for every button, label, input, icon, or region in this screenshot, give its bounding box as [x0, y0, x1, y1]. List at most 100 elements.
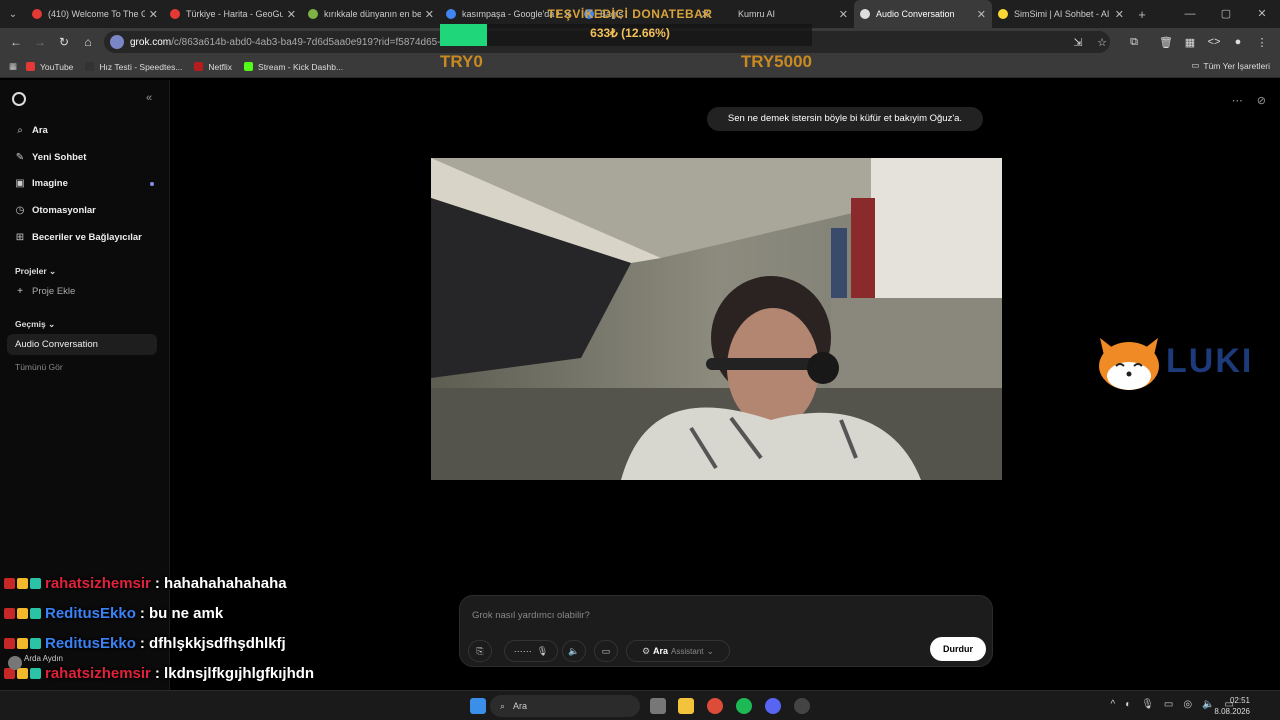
badge-icon	[17, 637, 28, 649]
tray-display-icon[interactable]: ▭	[1164, 699, 1173, 710]
collapse-sidebar-icon[interactable]: «	[146, 92, 152, 104]
reload-icon[interactable]: ↻	[52, 35, 76, 49]
screen-share-icon[interactable]: ▭	[594, 640, 618, 662]
devtools-icon[interactable]: <>	[1202, 36, 1226, 48]
share-link-icon[interactable]: ⊘	[1257, 94, 1266, 107]
tab-item[interactable]: SimSimi | AI Sohbet - AI K ✕	[992, 0, 1130, 28]
tab-close-icon[interactable]: ✕	[701, 8, 710, 21]
projects-section[interactable]: Projeler ⌄	[15, 266, 56, 277]
badge-icon	[30, 637, 41, 649]
profile-avatar[interactable]: ●	[1226, 36, 1250, 48]
tab-close-icon[interactable]: ✕	[839, 8, 848, 21]
address-bar[interactable]: grok.com /c/863a614b-abd0-4ab3-ba49-7d6d…	[104, 31, 1110, 53]
sidebar-item[interactable]: ▣ Imagine	[14, 178, 68, 189]
task-view-icon[interactable]	[650, 698, 666, 714]
bookmark-item[interactable]: YouTube	[26, 62, 73, 72]
sidebar-item[interactable]: ✎ Yeni Sohbet	[14, 151, 87, 163]
grok-logo-icon[interactable]	[12, 92, 26, 106]
home-icon[interactable]: ⌂	[76, 35, 100, 49]
badge-icon	[17, 607, 28, 619]
tab-item[interactable]: Audio Conversation ✕	[854, 0, 992, 28]
settings-sliders-icon: ⚙	[641, 645, 651, 656]
windows-start-icon[interactable]	[470, 698, 486, 714]
tab-item[interactable]: (410) Welcome To The Ga ✕	[26, 0, 164, 28]
history-item-audio-conversation[interactable]: Audio Conversation	[7, 334, 157, 355]
tab-close-icon[interactable]: ✕	[563, 8, 572, 21]
bookmark-star-icon[interactable]: ☆	[1090, 36, 1114, 49]
tab-item[interactable]: kırıkkale dünyanın en beri ✕	[302, 0, 440, 28]
tab-item[interactable]: kasımpaşa - Google'da A ✕	[440, 0, 578, 28]
search-icon: ⌕	[500, 700, 506, 711]
volume-icon[interactable]: 🔈	[1202, 699, 1214, 710]
spotify-icon[interactable]	[736, 698, 752, 714]
see-all-link[interactable]: Tümünü Gör	[15, 362, 63, 372]
back-icon[interactable]: ←	[4, 35, 28, 49]
composer-input[interactable]: Grok nasıl yardımcı olabilir?	[472, 610, 590, 621]
tray-chevron-icon[interactable]: ^	[1110, 699, 1115, 710]
chat-badges	[4, 577, 41, 589]
folder-icon: ▭	[1191, 60, 1200, 70]
tab-item[interactable]: Kumru AI ✕	[716, 0, 854, 28]
stop-button[interactable]: Durdur	[930, 637, 986, 661]
tab-close-icon[interactable]: ✕	[287, 8, 296, 21]
chrome-icon[interactable]	[707, 698, 723, 714]
sidebar-item[interactable]: ⊞ Beceriler ve Bağlayıcılar	[14, 232, 142, 243]
tab-close-icon[interactable]: ✕	[1115, 8, 1124, 21]
sidebar-item[interactable]: ⌕ Ara	[14, 125, 48, 136]
tray-app-icon[interactable]: ◐	[1125, 699, 1131, 710]
history-section[interactable]: Geçmiş ⌄	[15, 319, 55, 330]
bookmark-item[interactable]: Stream - Kick Dashb...	[244, 62, 343, 72]
sidebar-item-label: Ara	[32, 125, 48, 136]
tab-list: (410) Welcome To The Ga ✕ Türkiye - Harita…	[26, 0, 1130, 28]
install-app-icon[interactable]: ⇲	[1066, 36, 1090, 49]
tab-search-icon[interactable]: ⌄	[0, 9, 26, 20]
apps-icon[interactable]: ▦	[1178, 36, 1202, 49]
menu-icon[interactable]: ⋮	[1250, 36, 1274, 49]
tab-close-icon[interactable]: ✕	[977, 8, 986, 21]
add-project-button[interactable]: + Proje Ekle	[14, 286, 75, 297]
close-window-icon[interactable]: ✕	[1244, 0, 1280, 28]
tab-item[interactable]: Bağış ✕	[578, 0, 716, 28]
tray-mic-icon[interactable]: 🎙	[1141, 699, 1154, 710]
bookmark-favicon-icon	[194, 62, 204, 71]
discord-icon[interactable]	[765, 698, 781, 714]
chat-text: : hahahahahahaha	[154, 574, 287, 592]
notification-toast: Arda Aydın	[8, 654, 63, 670]
mode-selector[interactable]: ⚙ Ara Assistant ⌄	[626, 640, 730, 662]
window-controls: — ▢ ✕	[1172, 0, 1280, 28]
bookmark-item[interactable]: Netflix	[194, 62, 232, 72]
tab-close-icon[interactable]: ✕	[149, 8, 158, 21]
speaker-icon[interactable]: 🔈	[562, 640, 586, 662]
sidebar-item-label: Yeni Sohbet	[32, 151, 87, 163]
bookmark-item[interactable]: Hız Testi - Speedtes...	[85, 62, 182, 72]
forward-icon[interactable]: →	[28, 35, 52, 49]
apps-grid-icon[interactable]: ▦	[0, 61, 26, 72]
more-options-icon[interactable]: ⋯	[1232, 94, 1243, 107]
taskbar-search-label: Ara	[513, 701, 528, 711]
sidebar-item-label: Beceriler ve Bağlayıcılar	[32, 231, 142, 243]
bookmark-label: Stream - Kick Dashb...	[258, 61, 344, 72]
projects-label: Projeler	[15, 266, 47, 276]
tab-item[interactable]: Türkiye - Harita - GeoGue ✕	[164, 0, 302, 28]
bookmark-favicon-icon	[85, 62, 95, 71]
file-explorer-icon[interactable]	[678, 698, 694, 714]
webcam-image	[431, 158, 1002, 480]
minimize-icon[interactable]: —	[1172, 0, 1208, 28]
maximize-icon[interactable]: ▢	[1208, 0, 1244, 28]
extensions-icon[interactable]: ⧉	[1122, 36, 1146, 49]
taskbar-search[interactable]: ⌕ Ara	[490, 695, 640, 717]
sidebar-item[interactable]: ◷ Otomasyonlar	[14, 205, 96, 216]
trash-icon[interactable]: 🗑	[1154, 36, 1178, 49]
badge-icon	[4, 637, 15, 649]
site-info-icon[interactable]	[110, 35, 124, 49]
network-icon[interactable]: ◎	[1183, 699, 1192, 710]
tab-close-icon[interactable]: ✕	[425, 8, 434, 21]
voice-mode-button[interactable]: ⋯⋯ 🎙	[504, 640, 558, 662]
attach-icon[interactable]: ⎘	[468, 640, 492, 662]
new-tab-icon[interactable]: +	[1130, 7, 1154, 22]
tab-strip: ⌄ (410) Welcome To The Ga ✕ Türkiye - Hari…	[0, 0, 1280, 28]
all-bookmarks[interactable]: ▭ Tüm Yer İşaretleri	[1191, 60, 1270, 71]
mic-icon: 🎙	[536, 645, 549, 656]
taskbar-clock[interactable]: 02:51 8.08.2026	[1214, 695, 1250, 717]
obs-icon[interactable]	[794, 698, 810, 714]
